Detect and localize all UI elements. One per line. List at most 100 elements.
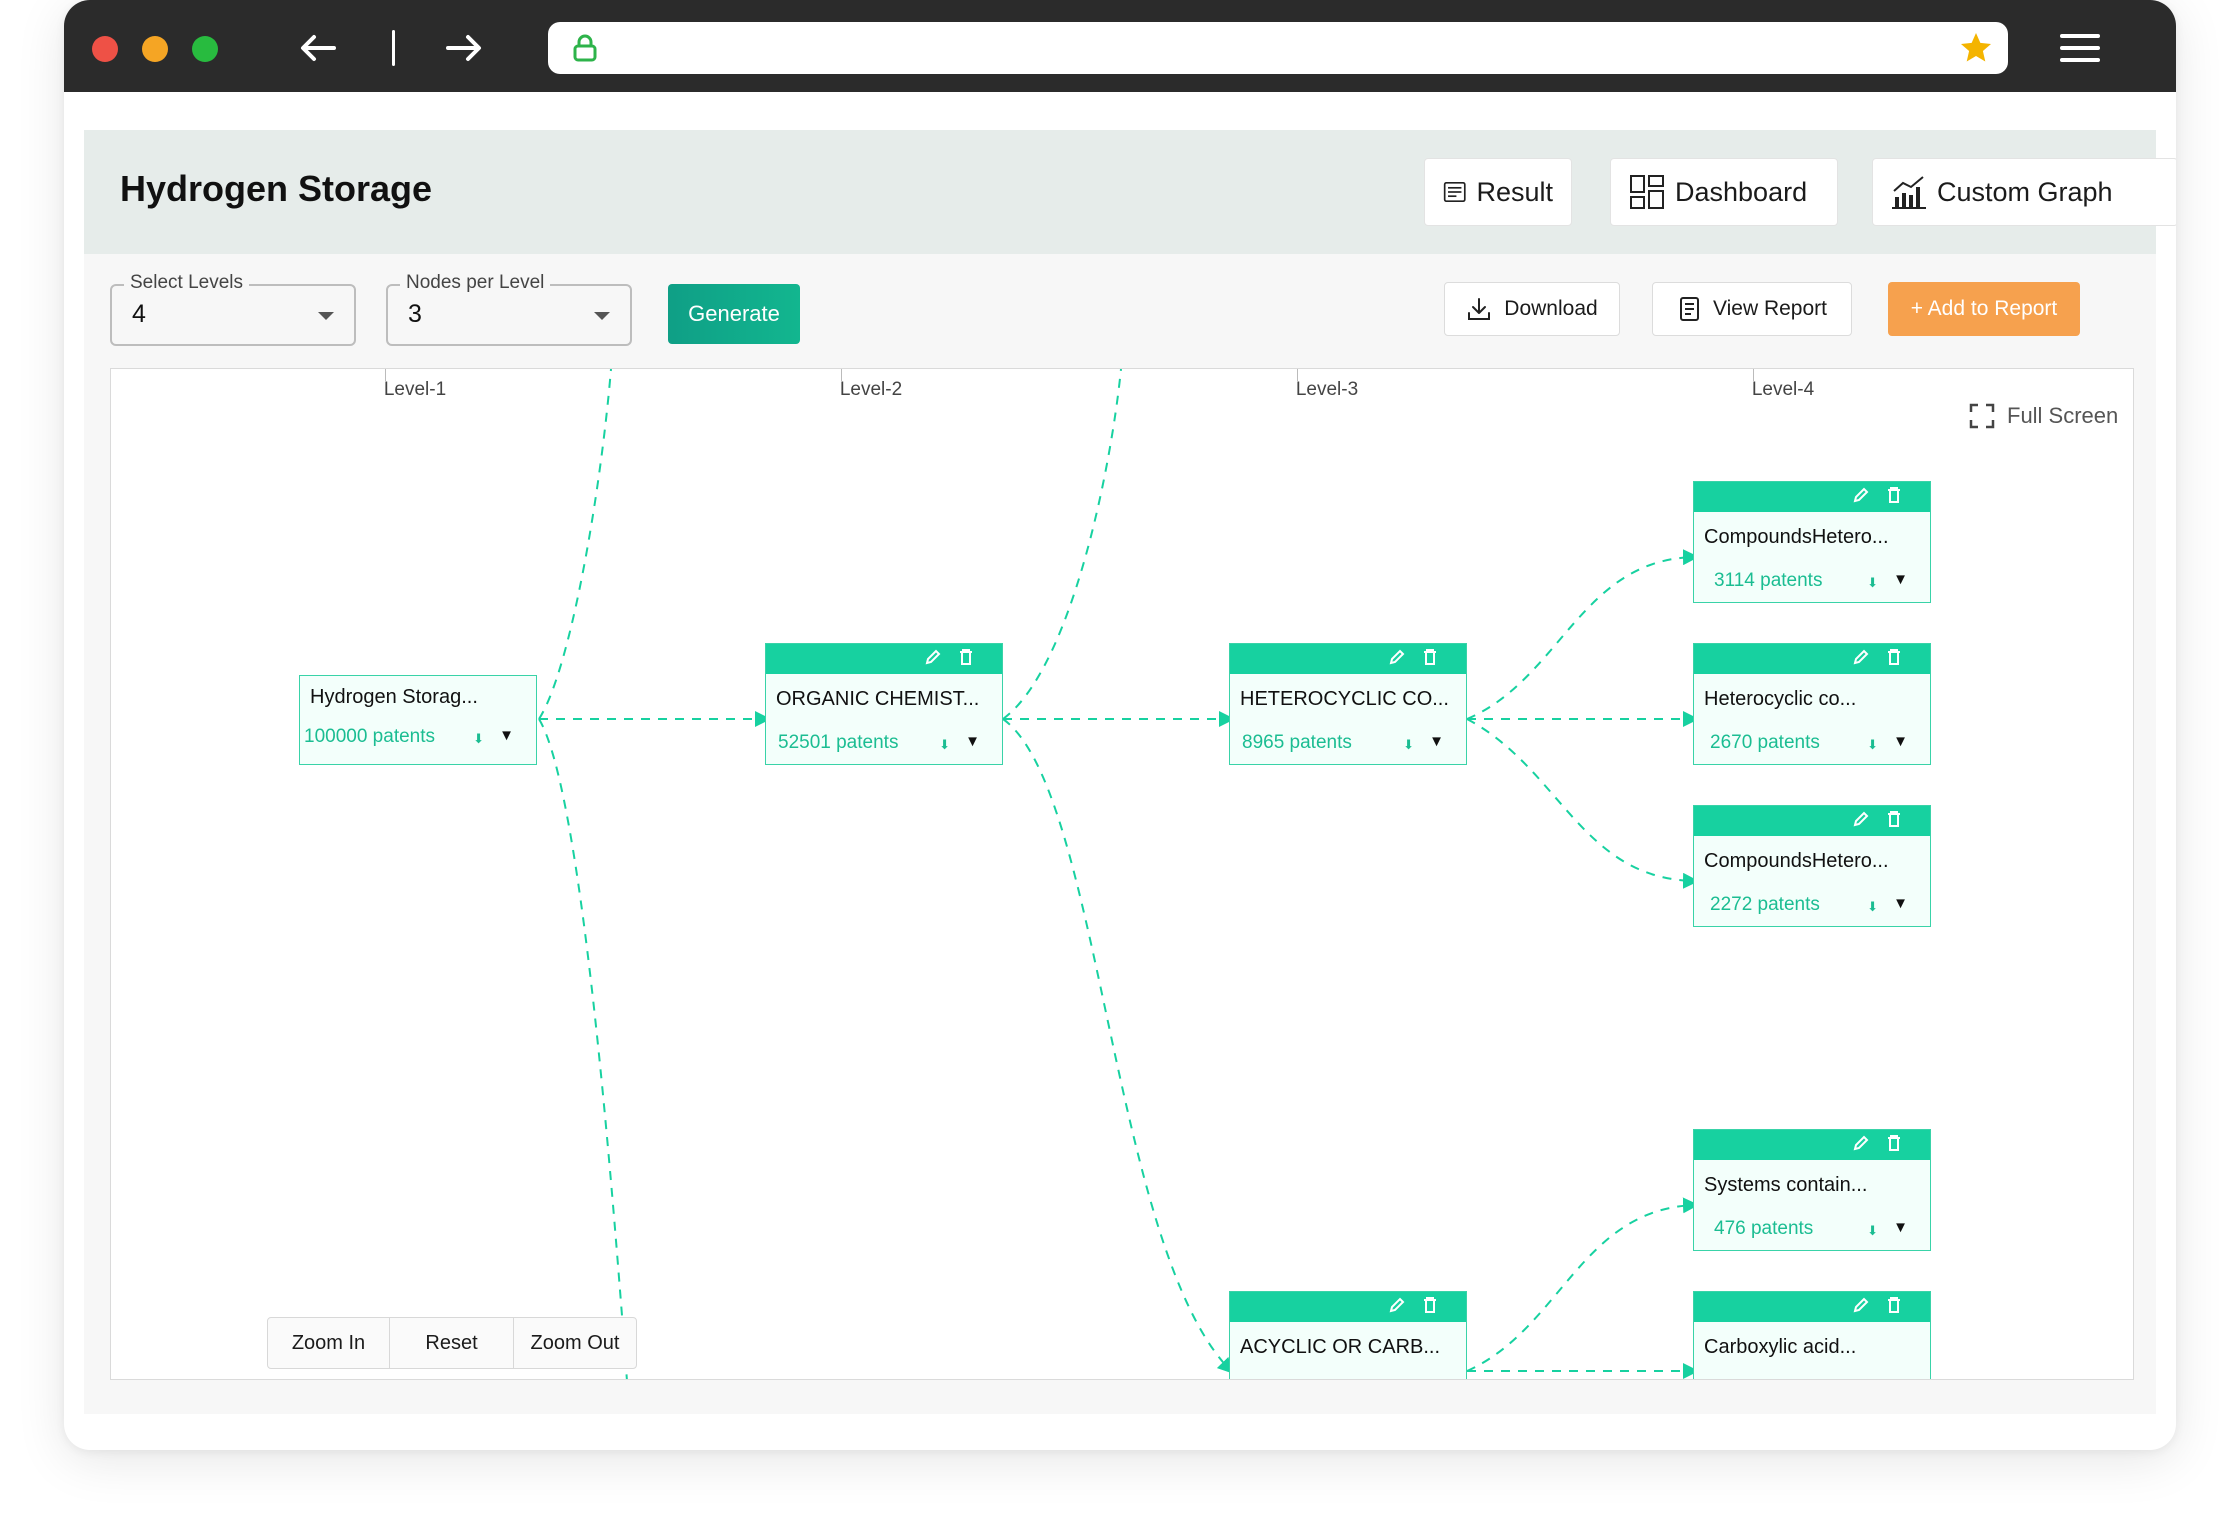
- delete-icon[interactable]: [958, 648, 974, 671]
- graph-node[interactable]: CompoundsHetero... 3114 patents ⬇ ▼: [1693, 481, 1931, 603]
- dashboard-button[interactable]: Dashboard: [1610, 158, 1838, 226]
- edit-icon[interactable]: [1388, 1296, 1406, 1319]
- edit-icon[interactable]: [924, 648, 942, 671]
- delete-icon[interactable]: [1422, 1296, 1438, 1319]
- dropdown-arrow-icon: [318, 312, 334, 320]
- delete-icon[interactable]: [1886, 648, 1902, 671]
- node-title: Hydrogen Storag...: [310, 686, 478, 708]
- view-report-button[interactable]: View Report: [1652, 282, 1852, 336]
- edge-level3a-level4c: [1466, 718, 1699, 889]
- select-levels-label: Select Levels: [124, 272, 250, 294]
- delete-icon[interactable]: [1886, 1134, 1902, 1157]
- fullscreen-label: Full Screen: [2007, 403, 2119, 428]
- node-toolbar: [766, 644, 1002, 674]
- node-patent-count: 3114 patents: [1714, 570, 1823, 591]
- node-toolbar: [1694, 1130, 1930, 1160]
- expand-caret-icon[interactable]: ▼: [1893, 895, 1908, 912]
- zoom-in-button[interactable]: Zoom In: [268, 1318, 390, 1368]
- graph-node[interactable]: Carboxylic acid...: [1693, 1291, 1931, 1379]
- view-report-label: View Report: [1712, 297, 1827, 320]
- edge-root-offscreen-up: [538, 369, 612, 720]
- node-toolbar: [1694, 482, 1930, 512]
- node-title: Heterocyclic co...: [1704, 688, 1857, 710]
- expand-caret-icon[interactable]: ▼: [1893, 571, 1908, 588]
- node-title: Systems contain...: [1704, 1174, 1868, 1196]
- forward-arrow-icon[interactable]: [440, 24, 488, 72]
- edge-level2-level3b: [1002, 718, 1234, 1374]
- generate-button[interactable]: Generate: [668, 284, 800, 344]
- download-icon[interactable]: ⬇: [1867, 1223, 1878, 1239]
- expand-caret-icon[interactable]: ▼: [1429, 733, 1444, 750]
- add-to-report-button[interactable]: + Add to Report: [1888, 282, 2080, 336]
- zoom-controls: Zoom In Reset Zoom Out: [267, 1317, 637, 1369]
- edit-icon[interactable]: [1852, 1134, 1870, 1157]
- bar-chart-icon: [1892, 176, 1926, 209]
- edge-level3a-level4a: [1466, 549, 1699, 720]
- graph-canvas[interactable]: Level-1 Level-2 Level-3 Level-4 Full Scr…: [110, 368, 2134, 1380]
- result-icon: [1443, 181, 1466, 203]
- expand-caret-icon[interactable]: ▼: [1893, 733, 1908, 750]
- download-button[interactable]: Download: [1444, 282, 1620, 336]
- download-icon[interactable]: ⬇: [1867, 899, 1878, 915]
- address-bar[interactable]: [548, 22, 2008, 74]
- node-toolbar: [1694, 1292, 1930, 1322]
- nodes-per-level-dropdown[interactable]: Nodes per Level 3: [386, 272, 632, 346]
- download-icon[interactable]: ⬇: [1867, 737, 1878, 753]
- download-icon: [1468, 298, 1491, 320]
- expand-caret-icon[interactable]: ▼: [499, 727, 514, 744]
- graph-node[interactable]: ORGANIC CHEMIST... 52501 patents ⬇ ▼: [765, 643, 1003, 765]
- node-patent-count: 2670 patents: [1710, 732, 1820, 753]
- star-icon[interactable]: [1958, 30, 1994, 66]
- node-title: HETEROCYCLIC CO...: [1240, 688, 1449, 710]
- app-content: Hydrogen Storage Result Dashboard Custom…: [84, 130, 2176, 1414]
- download-icon[interactable]: ⬇: [939, 737, 950, 753]
- edit-icon[interactable]: [1388, 648, 1406, 671]
- hamburger-menu-icon[interactable]: [2058, 28, 2102, 68]
- close-window-button[interactable]: [92, 36, 118, 62]
- custom-graph-button[interactable]: Custom Graph: [1872, 158, 2176, 226]
- dashboard-icon: [1630, 175, 1664, 209]
- graph-node[interactable]: CompoundsHetero... 2272 patents ⬇ ▼: [1693, 805, 1931, 927]
- maximize-window-button[interactable]: [192, 36, 218, 62]
- level-3-label: Level-3: [1295, 379, 1359, 400]
- delete-icon[interactable]: [1422, 648, 1438, 671]
- node-title: ACYCLIC OR CARB...: [1240, 1336, 1441, 1358]
- expand-caret-icon[interactable]: ▼: [1893, 1219, 1908, 1236]
- graph-node[interactable]: Systems contain... 476 patents ⬇ ▼: [1693, 1129, 1931, 1251]
- download-icon[interactable]: ⬇: [473, 731, 484, 747]
- download-label: Download: [1504, 297, 1598, 320]
- select-levels-dropdown[interactable]: Select Levels 4: [110, 272, 356, 346]
- back-arrow-icon[interactable]: [294, 24, 342, 72]
- delete-icon[interactable]: [1886, 810, 1902, 833]
- level-1-label: Level-1: [383, 379, 447, 400]
- edit-icon[interactable]: [1852, 810, 1870, 833]
- dropdown-arrow-icon: [594, 312, 610, 320]
- delete-icon[interactable]: [1886, 486, 1902, 509]
- level-2-label: Level-2: [839, 379, 903, 400]
- node-toolbar: [1694, 806, 1930, 836]
- node-patent-count: 2272 patents: [1710, 894, 1820, 915]
- browser-window: Hydrogen Storage Result Dashboard Custom…: [64, 0, 2176, 1450]
- edit-icon[interactable]: [1852, 486, 1870, 509]
- download-icon[interactable]: ⬇: [1867, 575, 1878, 591]
- custom-graph-label: Custom Graph: [1937, 176, 2113, 207]
- result-button[interactable]: Result: [1424, 158, 1572, 226]
- delete-icon[interactable]: [1886, 1296, 1902, 1319]
- node-patent-count: 8965 patents: [1242, 732, 1352, 753]
- page-header: Hydrogen Storage Result Dashboard Custom…: [84, 130, 2176, 254]
- zoom-out-button[interactable]: Zoom Out: [514, 1318, 636, 1368]
- reset-zoom-button[interactable]: Reset: [390, 1318, 514, 1368]
- edit-icon[interactable]: [1852, 1296, 1870, 1319]
- minimize-window-button[interactable]: [142, 36, 168, 62]
- download-icon[interactable]: ⬇: [1403, 737, 1414, 753]
- edit-icon[interactable]: [1852, 648, 1870, 671]
- page-title: Hydrogen Storage: [120, 168, 433, 209]
- expand-caret-icon[interactable]: ▼: [965, 733, 980, 750]
- graph-node[interactable]: ACYCLIC OR CARB...: [1229, 1291, 1467, 1379]
- node-toolbar: [1230, 644, 1466, 674]
- graph-node[interactable]: Heterocyclic co... 2670 patents ⬇ ▼: [1693, 643, 1931, 765]
- graph-node[interactable]: HETEROCYCLIC CO... 8965 patents ⬇ ▼: [1229, 643, 1467, 765]
- fullscreen-button[interactable]: Full Screen: [1969, 403, 2118, 429]
- edge-level2-offscreen-up: [1002, 369, 1122, 720]
- graph-node[interactable]: Hydrogen Storag... 100000 patents ⬇ ▼: [299, 675, 537, 765]
